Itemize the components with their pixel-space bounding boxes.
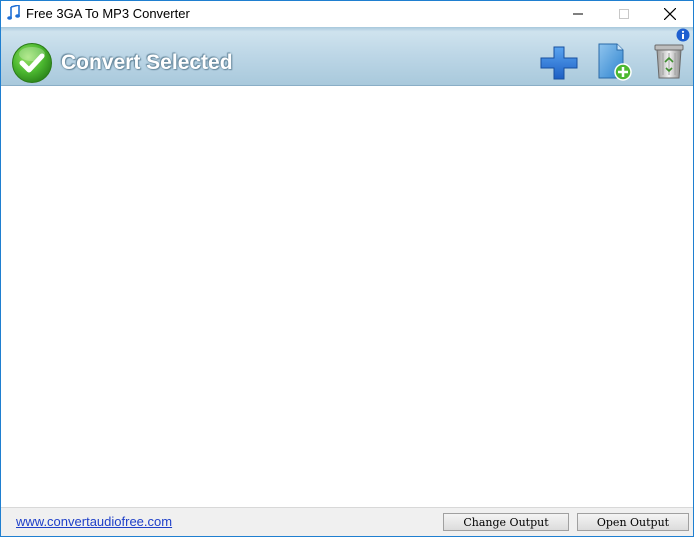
title-bar: Free 3GA To MP3 Converter bbox=[1, 1, 693, 27]
add-folder-button[interactable] bbox=[597, 42, 635, 87]
change-output-button[interactable]: Change Output bbox=[443, 513, 569, 531]
recycle-bin-icon bbox=[654, 44, 684, 79]
music-note-icon bbox=[7, 3, 21, 21]
minimize-button[interactable] bbox=[555, 1, 601, 27]
status-bar: www.convertaudiofree.com Change Output O… bbox=[1, 507, 693, 536]
info-button[interactable] bbox=[676, 28, 690, 47]
add-folder-icon bbox=[598, 43, 632, 81]
maximize-icon bbox=[619, 9, 629, 19]
close-icon bbox=[664, 8, 676, 20]
convert-selected-button[interactable]: Convert Selected bbox=[11, 43, 233, 83]
check-circle-icon bbox=[12, 43, 52, 83]
delete-button[interactable] bbox=[653, 42, 685, 85]
window-title: Free 3GA To MP3 Converter bbox=[26, 6, 190, 21]
info-icon bbox=[676, 28, 690, 42]
plus-icon bbox=[540, 46, 578, 80]
add-file-button[interactable] bbox=[539, 45, 579, 86]
open-output-button[interactable]: Open Output bbox=[577, 513, 689, 531]
convert-selected-label: Convert Selected bbox=[61, 51, 233, 74]
minimize-icon bbox=[573, 13, 583, 15]
website-link[interactable]: www.convertaudiofree.com bbox=[16, 514, 172, 529]
maximize-button[interactable] bbox=[601, 1, 647, 27]
app-window: Free 3GA To MP3 Converter Convert Select… bbox=[0, 0, 694, 537]
file-list-area[interactable] bbox=[1, 86, 693, 507]
close-button[interactable] bbox=[647, 1, 693, 27]
